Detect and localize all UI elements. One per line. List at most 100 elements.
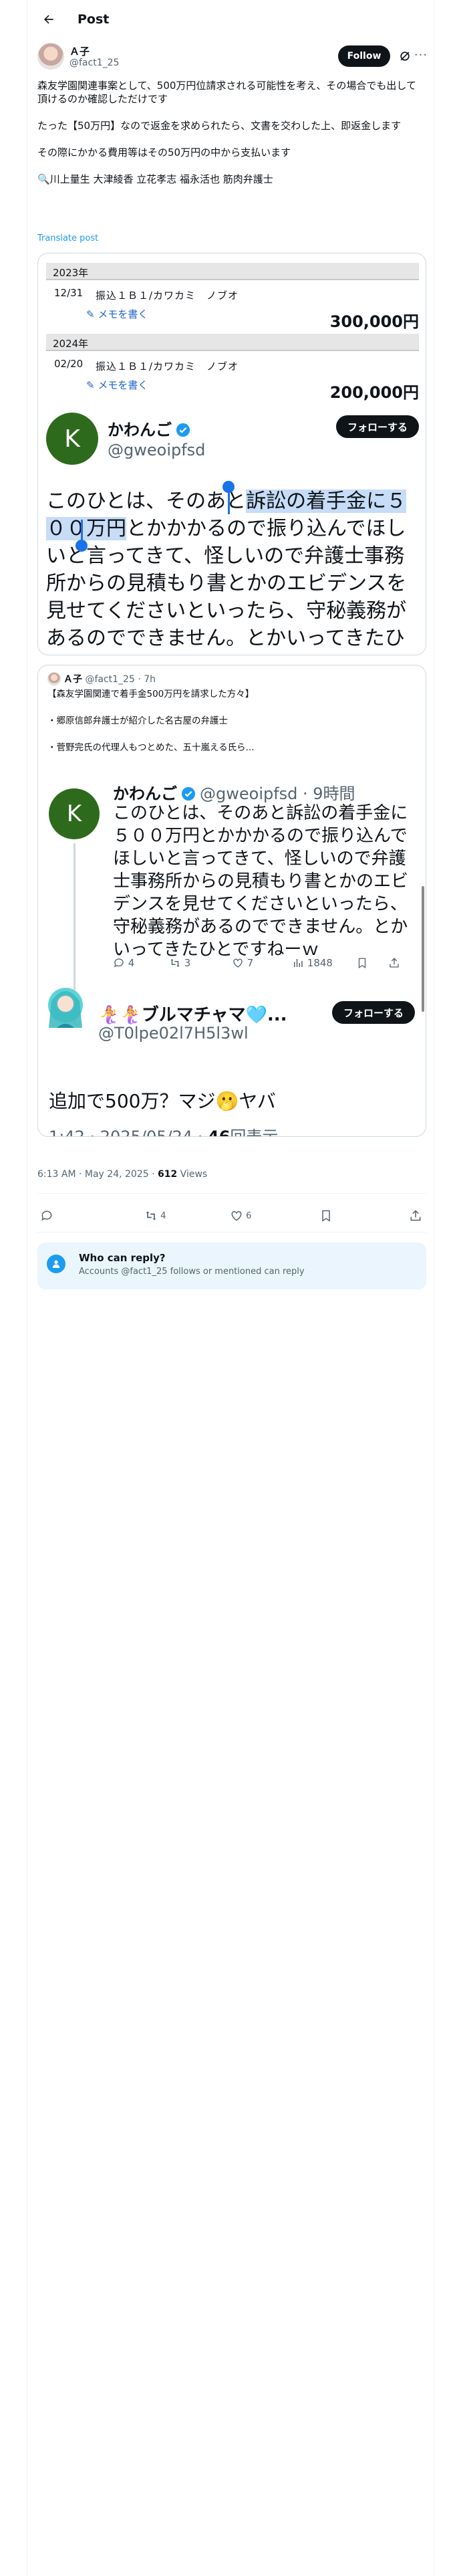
share-button[interactable] bbox=[409, 1209, 422, 1222]
entry-amount: 200,000円 bbox=[329, 383, 419, 402]
user-meta: @gweoipfsd · 9時間 bbox=[200, 784, 355, 803]
repost-action: 3 bbox=[169, 957, 232, 969]
user-avatar: K bbox=[49, 788, 100, 839]
repost-icon bbox=[170, 959, 180, 967]
heart-icon bbox=[233, 958, 243, 968]
page-title: Post bbox=[78, 12, 110, 27]
separator-dot: · bbox=[134, 674, 144, 685]
share-icon bbox=[388, 957, 400, 969]
user-handle: @gweoipfsd bbox=[108, 441, 206, 459]
post-text: このひとは、そのあと訴訟の着手金に５００万円とかかかるので振り込んでほしいと言っ… bbox=[46, 488, 419, 655]
repost-count: 4 bbox=[160, 1210, 166, 1221]
ledger-year: 2023年 bbox=[46, 263, 419, 280]
quoted-line: 【森友学園関連で着手金500万円を請求した方々】 bbox=[47, 689, 255, 700]
like-count: 7 bbox=[247, 957, 254, 969]
selection-handle-start bbox=[228, 492, 230, 514]
memo-label: メモを書く bbox=[98, 308, 148, 320]
reply-restriction-notice: Who can reply? Accounts @fact1_25 follow… bbox=[37, 1243, 426, 1289]
mention-follow-button: フォローする bbox=[332, 1001, 415, 1024]
quoted-line: ・菅野完氏の代理人もつとめた、五十嵐える氏ら... bbox=[47, 742, 255, 753]
entry-amount: 300,000円 bbox=[329, 312, 419, 331]
reply-notice-subtitle: Accounts @fact1_25 follows or mentioned … bbox=[79, 1267, 305, 1277]
post-text: 森友学園関連事案として、500万円位請求される可能性を考え、その場合でも出して頂… bbox=[37, 79, 425, 186]
selection-handle-end bbox=[81, 520, 83, 542]
repost-count: 3 bbox=[184, 957, 191, 969]
mention-avatar bbox=[48, 988, 83, 1028]
quoted-image: K かわんご @gweoipfsd · 9時間 このひとは、そのあと訴訟の着手金に… bbox=[38, 779, 426, 1137]
mention-time: 1:42 · 2025/05/24 · bbox=[49, 1128, 208, 1137]
timestamp-text[interactable]: 6:13 AM · May 24, 2025 · bbox=[37, 1169, 158, 1180]
memo-label: メモを書く bbox=[98, 379, 148, 391]
post-hashtags: 🔍川上量生 大津綾香 立花孝志 福永活也 筋肉弁護士 bbox=[37, 173, 273, 185]
divider bbox=[37, 1193, 426, 1194]
quoted-author-name: Ａ子 bbox=[63, 674, 82, 685]
bookmark-icon bbox=[356, 957, 388, 969]
bookmark-button[interactable] bbox=[319, 1209, 333, 1222]
follow-button[interactable]: Follow bbox=[338, 45, 390, 67]
user-name: かわんご @gweoipfsd · 9時間 bbox=[113, 780, 355, 804]
author-name[interactable]: Ａ子 bbox=[69, 44, 90, 58]
view-count: 612 bbox=[157, 1169, 178, 1180]
translate-post-link[interactable]: Translate post bbox=[37, 233, 98, 243]
reply-icon bbox=[41, 1210, 52, 1221]
quoted-post-text: 【森友学園関連で着手金500万円を請求した方々】 ・郷原信郎弁護士が紹介した名古… bbox=[47, 688, 422, 768]
attached-image[interactable]: 2023年 12/31 振込１Ｂ１/カワカミ ノブオ ✎ メモを書く 300,0… bbox=[37, 253, 426, 655]
mention-name: 🧜‍♀️🧜‍♀️ブルマチャマ🩵... bbox=[98, 1005, 287, 1025]
like-count: 6 bbox=[246, 1210, 252, 1221]
entry-date: 02/20 bbox=[54, 358, 84, 370]
reply-action: 4 bbox=[113, 957, 169, 969]
pencil-icon: ✎ bbox=[86, 379, 95, 391]
bank-ledger: 2023年 12/31 振込１Ｂ１/カワカミ ノブオ ✎ メモを書く 300,0… bbox=[46, 263, 419, 405]
verified-badge-icon bbox=[181, 786, 196, 801]
views-icon bbox=[294, 959, 303, 967]
header-bar: Post bbox=[27, 0, 434, 39]
post-paragraph: 森友学園関連事案として、500万円位請求される可能性を考え、その場合でも出して頂… bbox=[37, 80, 416, 105]
like-button[interactable]: 6 bbox=[230, 1209, 251, 1222]
views-label: Views bbox=[177, 1169, 208, 1180]
user-restriction-icon bbox=[47, 1255, 65, 1273]
mention-meta: 1:42 · 2025/05/24 · 46回表示 bbox=[49, 1123, 279, 1137]
reply-count: 4 bbox=[128, 957, 135, 969]
reply-icon bbox=[114, 958, 124, 968]
entry-date: 12/31 bbox=[54, 287, 84, 299]
user-name: かわんご bbox=[108, 417, 190, 440]
memo-link: ✎ メモを書く bbox=[86, 307, 148, 321]
quoted-post-time: 7h bbox=[144, 674, 156, 685]
follow-button: フォローする bbox=[336, 415, 419, 438]
quoted-post[interactable]: Ａ子 @fact1_25 · 7h 【森友学園関連で着手金500万円を請求した方… bbox=[37, 665, 426, 1137]
user-name-text: かわんご bbox=[113, 784, 177, 803]
scrollbar bbox=[422, 886, 424, 1012]
quoted-author-avatar bbox=[47, 672, 61, 685]
ledger-entry: 02/20 振込１Ｂ１/カワカミ ノブオ ✎ メモを書く 200,000円 bbox=[46, 351, 419, 405]
author-handle[interactable]: @fact1_25 bbox=[69, 58, 119, 68]
reply-button[interactable] bbox=[40, 1209, 53, 1222]
memo-link: ✎ メモを書く bbox=[86, 378, 148, 392]
quoted-post-header: Ａ子 @fact1_25 · 7h bbox=[47, 672, 156, 685]
grok-icon[interactable] bbox=[398, 49, 412, 63]
heart-icon bbox=[231, 1210, 242, 1221]
post-author: Ａ子 @fact1_25 Follow ··· bbox=[37, 43, 427, 74]
post-paragraph: たった【50万円】なので返金を求められたら、文書を交わした上、即返金します bbox=[37, 120, 402, 132]
mention-view-count: 46 bbox=[208, 1128, 231, 1137]
entry-description: 振込１Ｂ１/カワカミ ノブオ bbox=[96, 360, 239, 372]
reply-notice-title: Who can reply? bbox=[79, 1252, 166, 1264]
mention-text: 追加で500万？マジ🫢ヤバ bbox=[49, 1090, 276, 1112]
ledger-entry: 12/31 振込１Ｂ１/カワカミ ノブオ ✎ メモを書く 300,000円 bbox=[46, 280, 419, 334]
back-arrow-icon[interactable] bbox=[37, 8, 60, 31]
mention-handle: @T0lpe02l7H5l3wl bbox=[98, 1024, 249, 1043]
mention-view-label: 回表示 bbox=[230, 1128, 279, 1137]
user-avatar: K bbox=[46, 413, 98, 465]
more-options-icon[interactable]: ··· bbox=[413, 48, 429, 63]
pencil-icon: ✎ bbox=[86, 308, 95, 320]
post-action-bar: 4 6 bbox=[37, 1204, 426, 1230]
repost-button[interactable]: 4 bbox=[144, 1209, 166, 1222]
quoted-author-handle: @fact1_25 bbox=[85, 674, 135, 685]
entry-description: 振込１Ｂ１/カワカミ ノブオ bbox=[96, 290, 239, 302]
verified-badge-icon bbox=[176, 423, 190, 437]
bookmark-icon bbox=[322, 1210, 330, 1222]
ledger-year: 2024年 bbox=[46, 334, 419, 351]
author-avatar[interactable] bbox=[37, 43, 64, 70]
selection-handle-end-knob bbox=[76, 540, 88, 552]
text-segment: このひとは、そのあと bbox=[46, 490, 247, 513]
view-count: 1848 bbox=[307, 957, 333, 969]
